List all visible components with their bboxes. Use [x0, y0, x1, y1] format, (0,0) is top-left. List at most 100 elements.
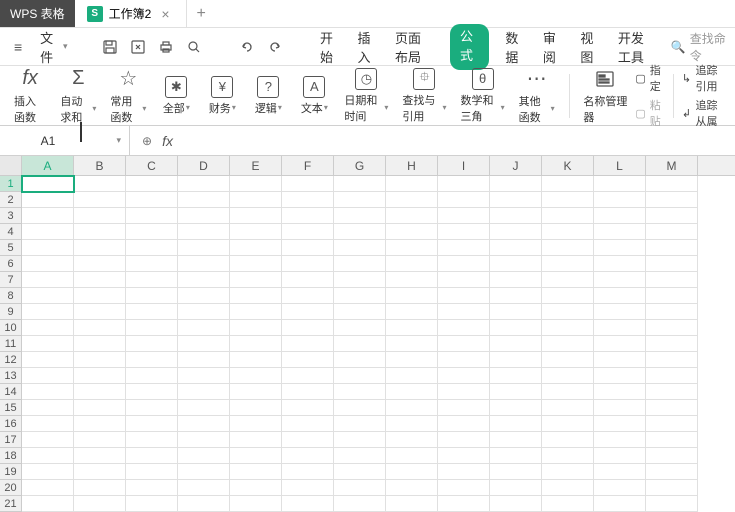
cell-B6[interactable] — [74, 256, 126, 272]
cell-L10[interactable] — [594, 320, 646, 336]
cell-B9[interactable] — [74, 304, 126, 320]
cell-J19[interactable] — [490, 464, 542, 480]
chevron-down-icon[interactable]: ▾ — [116, 135, 121, 146]
cell-E20[interactable] — [230, 480, 282, 496]
cell-K19[interactable] — [542, 464, 594, 480]
cell-F13[interactable] — [282, 368, 334, 384]
cell-I15[interactable] — [438, 400, 490, 416]
cell-A18[interactable] — [22, 448, 74, 464]
cell-L13[interactable] — [594, 368, 646, 384]
tab-view[interactable]: 视图 — [578, 24, 601, 70]
cell-E12[interactable] — [230, 352, 282, 368]
text-button[interactable]: A 文本▾ — [292, 74, 336, 118]
auto-sum-button[interactable]: Σ 自动求和▾ — [54, 65, 102, 127]
cell-K8[interactable] — [542, 288, 594, 304]
cell-A15[interactable] — [22, 400, 74, 416]
cell-D20[interactable] — [178, 480, 230, 496]
cell-J11[interactable] — [490, 336, 542, 352]
cell-B7[interactable] — [74, 272, 126, 288]
cell-B5[interactable] — [74, 240, 126, 256]
cell-K21[interactable] — [542, 496, 594, 512]
cell-E8[interactable] — [230, 288, 282, 304]
cell-J9[interactable] — [490, 304, 542, 320]
new-tab-button[interactable]: + — [187, 0, 216, 27]
cell-E13[interactable] — [230, 368, 282, 384]
cell-G20[interactable] — [334, 480, 386, 496]
cell-I2[interactable] — [438, 192, 490, 208]
cell-I6[interactable] — [438, 256, 490, 272]
cell-D1[interactable] — [178, 176, 230, 192]
row-header-10[interactable]: 10 — [0, 320, 22, 336]
cell-H17[interactable] — [386, 432, 438, 448]
cell-F18[interactable] — [282, 448, 334, 464]
cell-L2[interactable] — [594, 192, 646, 208]
cell-D6[interactable] — [178, 256, 230, 272]
cell-A8[interactable] — [22, 288, 74, 304]
other-functions-button[interactable]: ⋯ 其他函数▾ — [513, 65, 561, 127]
cell-J7[interactable] — [490, 272, 542, 288]
cell-G8[interactable] — [334, 288, 386, 304]
row-header-12[interactable]: 12 — [0, 352, 22, 368]
print-preview-icon[interactable] — [184, 37, 204, 57]
cell-H13[interactable] — [386, 368, 438, 384]
cell-K4[interactable] — [542, 224, 594, 240]
cell-F6[interactable] — [282, 256, 334, 272]
cell-A17[interactable] — [22, 432, 74, 448]
tab-insert[interactable]: 插入 — [356, 24, 379, 70]
cell-J12[interactable] — [490, 352, 542, 368]
cell-D17[interactable] — [178, 432, 230, 448]
cell-G4[interactable] — [334, 224, 386, 240]
cell-C6[interactable] — [126, 256, 178, 272]
cell-M15[interactable] — [646, 400, 698, 416]
cell-D15[interactable] — [178, 400, 230, 416]
row-header-13[interactable]: 13 — [0, 368, 22, 384]
cell-D14[interactable] — [178, 384, 230, 400]
tab-review[interactable]: 审阅 — [541, 24, 564, 70]
document-tab[interactable]: S 工作簿2 × — [75, 0, 187, 27]
cell-L21[interactable] — [594, 496, 646, 512]
search-command[interactable]: 🔍 查找命令 — [671, 30, 727, 64]
cell-B14[interactable] — [74, 384, 126, 400]
tab-page-layout[interactable]: 页面布局 — [393, 24, 436, 70]
define-name-button[interactable]: ▢指定 — [635, 62, 664, 94]
cell-C11[interactable] — [126, 336, 178, 352]
col-header-M[interactable]: M — [646, 156, 698, 175]
cell-L9[interactable] — [594, 304, 646, 320]
cell-K12[interactable] — [542, 352, 594, 368]
cell-I19[interactable] — [438, 464, 490, 480]
cell-A12[interactable] — [22, 352, 74, 368]
cell-D13[interactable] — [178, 368, 230, 384]
cell-H2[interactable] — [386, 192, 438, 208]
cell-E18[interactable] — [230, 448, 282, 464]
cell-E19[interactable] — [230, 464, 282, 480]
logical-button[interactable]: ? 逻辑▾ — [246, 74, 290, 118]
cell-B16[interactable] — [74, 416, 126, 432]
cell-K1[interactable] — [542, 176, 594, 192]
insert-function-button[interactable]: fx 插入函数 — [8, 65, 52, 127]
cell-L14[interactable] — [594, 384, 646, 400]
cell-M8[interactable] — [646, 288, 698, 304]
date-time-button[interactable]: ◷ 日期和时间▾ — [338, 66, 394, 126]
cell-G3[interactable] — [334, 208, 386, 224]
cell-J20[interactable] — [490, 480, 542, 496]
cell-B21[interactable] — [74, 496, 126, 512]
save-icon[interactable] — [100, 37, 120, 57]
cell-C14[interactable] — [126, 384, 178, 400]
cell-A10[interactable] — [22, 320, 74, 336]
row-header-2[interactable]: 2 — [0, 192, 22, 208]
cell-A6[interactable] — [22, 256, 74, 272]
cell-K16[interactable] — [542, 416, 594, 432]
cell-H4[interactable] — [386, 224, 438, 240]
cell-M21[interactable] — [646, 496, 698, 512]
cell-L6[interactable] — [594, 256, 646, 272]
cell-J18[interactable] — [490, 448, 542, 464]
cell-J13[interactable] — [490, 368, 542, 384]
cell-M5[interactable] — [646, 240, 698, 256]
cell-K2[interactable] — [542, 192, 594, 208]
cell-F8[interactable] — [282, 288, 334, 304]
cell-G2[interactable] — [334, 192, 386, 208]
cell-I1[interactable] — [438, 176, 490, 192]
col-header-B[interactable]: B — [74, 156, 126, 175]
cell-D19[interactable] — [178, 464, 230, 480]
cell-I13[interactable] — [438, 368, 490, 384]
